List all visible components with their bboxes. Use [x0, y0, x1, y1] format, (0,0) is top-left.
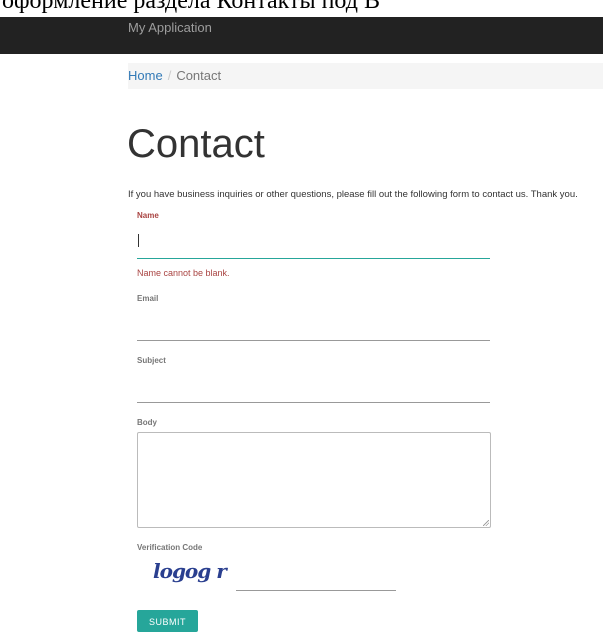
brand-link[interactable]: My Application	[128, 20, 212, 35]
navbar: My Application	[0, 12, 603, 54]
top-caption-text: оформление раздела Контакты под В	[2, 0, 380, 14]
name-label: Name	[137, 211, 159, 220]
resize-handle-icon[interactable]	[483, 520, 489, 526]
email-label: Email	[137, 294, 159, 303]
captcha-image[interactable]: logog r	[153, 559, 227, 583]
body-label: Body	[137, 418, 157, 427]
subject-input[interactable]	[137, 384, 490, 403]
page-title: Contact	[127, 122, 265, 166]
intro-text: If you have business inquiries or other …	[128, 189, 578, 200]
submit-button[interactable]: SUBMIT	[137, 610, 198, 632]
email-input[interactable]	[137, 322, 490, 341]
name-error-message: Name cannot be blank.	[137, 268, 230, 278]
subject-label: Subject	[137, 356, 166, 365]
top-caption: оформление раздела Контакты под В	[0, 0, 603, 17]
breadcrumb-home-link[interactable]: Home	[128, 68, 163, 83]
verification-label: Verification Code	[137, 543, 203, 552]
text-cursor	[138, 234, 139, 247]
breadcrumb: Home / Contact	[128, 63, 603, 89]
name-input[interactable]	[137, 240, 490, 259]
breadcrumb-current: Contact	[176, 68, 222, 83]
verification-code-input[interactable]	[236, 572, 396, 591]
breadcrumb-separator: /	[167, 68, 172, 83]
body-textarea[interactable]	[137, 432, 491, 528]
